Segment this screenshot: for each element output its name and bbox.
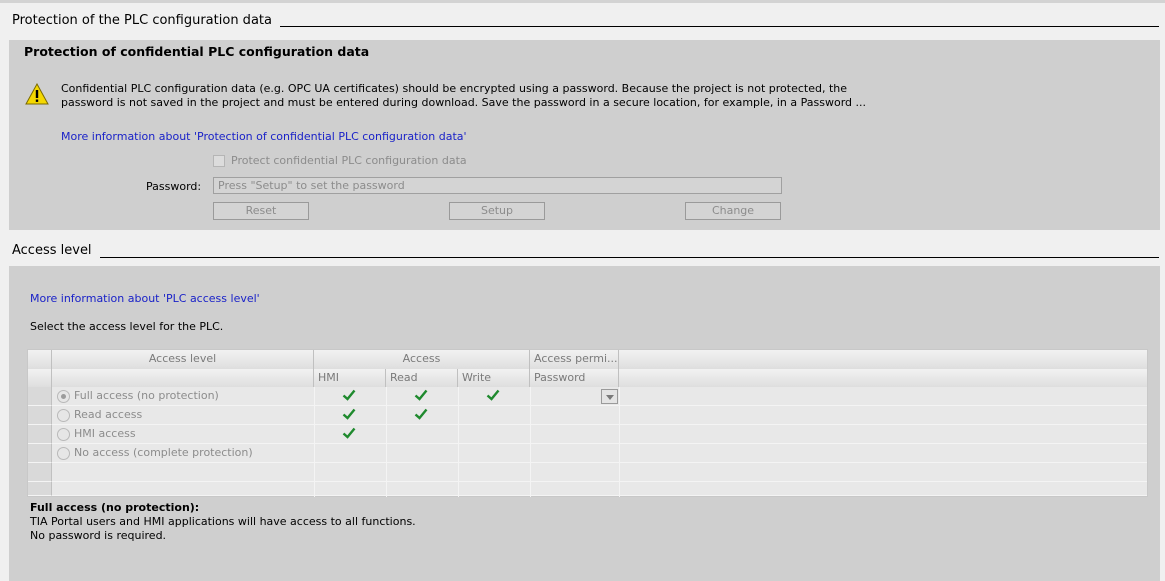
check-icon — [414, 408, 428, 420]
section-title-protection: Protection of the PLC configuration data — [12, 13, 280, 28]
section-header-protection: Protection of the PLC configuration data — [0, 13, 1165, 43]
table-subheader-row: HMI Read Write Password — [28, 369, 1147, 387]
panel-title: Protection of confidential PLC configura… — [24, 44, 370, 59]
row-label: Read access — [74, 408, 143, 421]
section-title-access: Access level — [12, 243, 100, 258]
password-input[interactable]: Press "Setup" to set the password — [213, 177, 782, 194]
protect-checkbox-label: Protect confidential PLC configuration d… — [231, 154, 467, 167]
corner-cell — [28, 369, 52, 387]
row-header — [28, 387, 52, 406]
more-info-access-link[interactable]: More information about 'PLC access level… — [30, 292, 260, 305]
radio-hmi-access[interactable] — [57, 428, 70, 441]
row-label: Full access (no protection) — [74, 389, 219, 402]
access-instruction: Select the access level for the PLC. — [30, 320, 224, 333]
description-title: Full access (no protection): — [30, 501, 200, 514]
table-row[interactable]: Full access (no protection) — [28, 387, 1147, 406]
table-row — [28, 463, 1147, 482]
check-icon — [342, 389, 356, 401]
radio-read-access[interactable] — [57, 409, 70, 422]
table-body: Full access (no protection) Read access … — [28, 387, 1147, 497]
change-button[interactable]: Change — [685, 202, 781, 220]
password-dropdown-button[interactable] — [601, 389, 618, 404]
reset-button[interactable]: Reset — [213, 202, 309, 220]
setup-button[interactable]: Setup — [449, 202, 545, 220]
description-line: TIA Portal users and HMI applications wi… — [30, 515, 416, 528]
check-icon — [342, 427, 356, 439]
row-label: HMI access — [74, 427, 136, 440]
warning-icon — [25, 83, 49, 105]
more-info-confidential-link[interactable]: More information about 'Protection of co… — [61, 130, 467, 143]
subheader-empty — [52, 369, 314, 387]
table-row[interactable]: No access (complete protection) — [28, 444, 1147, 463]
corner-cell — [28, 350, 52, 369]
radio-full-access[interactable] — [57, 390, 70, 403]
access-level-table: Access level Access Access permi... HMI … — [27, 349, 1148, 497]
warning-line: password is not saved in the project and… — [61, 96, 866, 109]
check-icon — [342, 408, 356, 420]
section-rule — [260, 26, 1159, 27]
warning-line: Confidential PLC configuration data (e.g… — [61, 82, 847, 95]
table-row[interactable]: Read access — [28, 406, 1147, 425]
description-line: No password is required. — [30, 529, 167, 542]
header-password[interactable]: Password — [530, 369, 619, 387]
row-header — [28, 482, 52, 496]
check-icon — [414, 389, 428, 401]
protect-checkbox-row[interactable]: Protect confidential PLC configuration d… — [213, 154, 467, 167]
table-header-row: Access level Access Access permi... — [28, 350, 1147, 369]
row-header — [28, 463, 52, 482]
section-rule — [96, 257, 1159, 258]
protect-checkbox[interactable] — [213, 154, 225, 167]
row-header — [28, 406, 52, 425]
warning-text: Confidential PLC configuration data (e.g… — [61, 82, 1061, 110]
table-row — [28, 482, 1147, 496]
check-icon — [486, 389, 500, 401]
password-label: Password: — [146, 180, 202, 193]
row-header — [28, 444, 52, 463]
table-row[interactable]: HMI access — [28, 425, 1147, 444]
row-header — [28, 425, 52, 444]
row-label: No access (complete protection) — [74, 446, 253, 459]
header-access-permission[interactable]: Access permi... — [530, 350, 619, 369]
radio-no-access[interactable] — [57, 447, 70, 460]
header-access-level[interactable]: Access level — [52, 350, 314, 369]
header-read[interactable]: Read — [386, 369, 458, 387]
confidential-panel: Protection of confidential PLC configura… — [9, 40, 1160, 230]
header-access[interactable]: Access — [314, 350, 530, 369]
header-hmi[interactable]: HMI — [314, 369, 386, 387]
top-border — [0, 0, 1165, 3]
header-write[interactable]: Write — [458, 369, 530, 387]
